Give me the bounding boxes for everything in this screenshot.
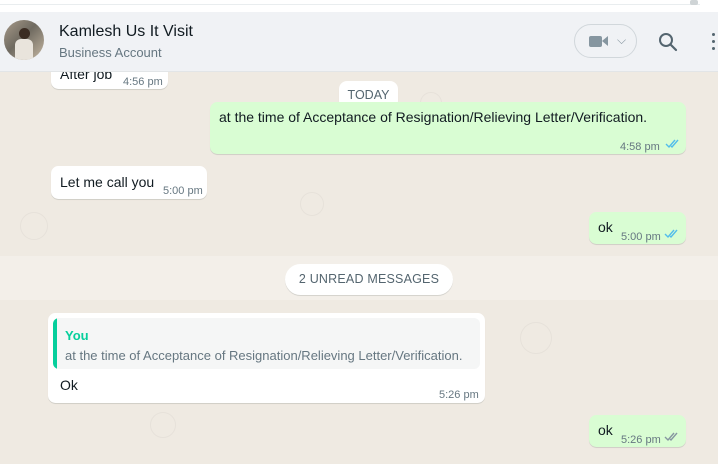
- video-call-button[interactable]: ⌵: [574, 24, 637, 58]
- message-bubble-outgoing[interactable]: ok 5:26 pm: [589, 415, 686, 447]
- message-text: at the time of Acceptance of Resignation…: [219, 109, 648, 125]
- background-doodle: [520, 322, 552, 354]
- menu-icon-dot: [712, 47, 715, 50]
- message-list[interactable]: After job 4:56 pm TODAY at the time of A…: [0, 72, 718, 464]
- chevron-down-icon: ⌵: [617, 33, 627, 47]
- message-bubble-incoming[interactable]: You at the time of Acceptance of Resigna…: [48, 313, 485, 403]
- message-bubble-incoming[interactable]: After job 4:56 pm: [51, 72, 168, 89]
- message-text: Ok: [60, 377, 78, 393]
- contact-subtitle: Business Account: [59, 45, 162, 60]
- message-time: 5:26 pm: [621, 434, 661, 446]
- unread-messages-label: 2 UNREAD MESSAGES: [285, 264, 453, 295]
- message-time: 5:00 pm: [163, 185, 203, 197]
- double-check-icon: [665, 139, 679, 149]
- quote-accent-bar: [53, 318, 57, 369]
- background-doodle: [300, 192, 324, 216]
- double-check-icon: [664, 229, 678, 239]
- message-text: After job: [60, 72, 113, 82]
- menu-button[interactable]: [708, 30, 718, 54]
- top-divider: [0, 4, 700, 5]
- message-time: 4:58 pm: [620, 141, 660, 153]
- chat-header[interactable]: Kamlesh Us It Visit Business Account ⌵: [0, 12, 718, 72]
- double-check-icon: [664, 432, 678, 442]
- message-text: Let me call you: [60, 174, 155, 190]
- menu-icon-dot: [712, 40, 715, 43]
- contact-name[interactable]: Kamlesh Us It Visit: [59, 23, 193, 41]
- video-call-icon: [589, 36, 602, 47]
- background-doodle: [150, 412, 176, 438]
- message-bubble-outgoing[interactable]: at the time of Acceptance of Resignation…: [210, 102, 686, 154]
- avatar-body: [15, 39, 33, 60]
- menu-icon-dot: [712, 33, 715, 36]
- search-icon: [659, 33, 678, 52]
- message-text: ok: [598, 422, 613, 438]
- message-text: ok: [598, 219, 613, 235]
- quote-author: You: [65, 328, 89, 343]
- avatar[interactable]: [4, 20, 44, 60]
- background-doodle: [20, 212, 48, 240]
- avatar-head: [19, 28, 30, 39]
- message-time: 5:26 pm: [439, 389, 479, 401]
- message-time: 4:56 pm: [123, 76, 163, 88]
- browser-top-strip: [0, 0, 718, 12]
- message-bubble-incoming[interactable]: Let me call you 5:00 pm: [51, 166, 207, 199]
- quote-text: at the time of Acceptance of Resignation…: [65, 348, 463, 363]
- top-scrollbar[interactable]: [690, 0, 698, 5]
- quoted-message[interactable]: You at the time of Acceptance of Resigna…: [53, 318, 480, 369]
- video-call-icon-lens: [602, 36, 608, 46]
- search-button[interactable]: [656, 30, 680, 54]
- message-bubble-outgoing[interactable]: ok 5:00 pm: [589, 212, 686, 244]
- message-time: 5:00 pm: [621, 231, 661, 243]
